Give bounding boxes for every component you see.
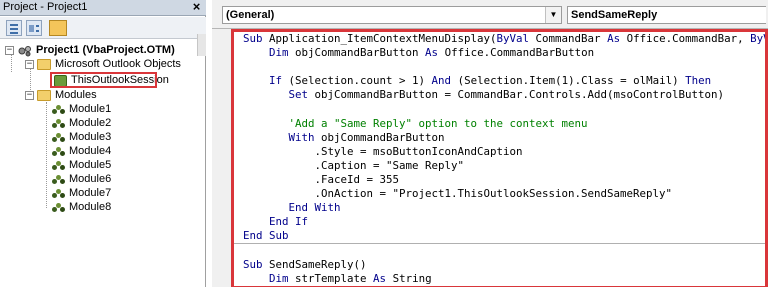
highlight-box <box>231 29 768 287</box>
object-dropdown[interactable]: (General) ▼ <box>222 6 562 24</box>
tree-node-label: Module7 <box>69 187 112 199</box>
tree-node-label: Module2 <box>69 117 112 129</box>
module-icon <box>52 160 65 171</box>
tree-node-module[interactable]: Module8 <box>2 201 202 214</box>
view-object-icon[interactable] <box>26 20 42 36</box>
module-icon <box>52 174 65 185</box>
procedure-dropdown-value: SendSameReply <box>571 9 658 21</box>
collapse-icon[interactable]: − <box>25 91 34 100</box>
toggle-folders-icon[interactable] <box>49 20 67 36</box>
view-code-icon[interactable] <box>6 20 22 36</box>
code-window-header: (General) ▼ SendSameReply <box>212 0 768 29</box>
collapse-icon[interactable]: − <box>25 60 34 69</box>
tree-node-modules[interactable]: − Modules <box>2 89 202 102</box>
module-icon <box>52 146 65 157</box>
object-dropdown-value: (General) <box>226 9 275 21</box>
vba-project-icon <box>18 46 31 57</box>
project-explorer-title: Project - Project1 <box>3 1 88 13</box>
tree-node-label: Project1 (VbaProject.OTM) <box>36 44 175 56</box>
tree-node-module[interactable]: Module2 <box>2 117 202 130</box>
project-explorer-toolbar <box>0 17 206 56</box>
chevron-down-icon[interactable]: ▼ <box>545 7 561 23</box>
tree-node-module[interactable]: Module3 <box>2 131 202 144</box>
module-icon <box>52 188 65 199</box>
tree-node-label: Modules <box>55 89 97 101</box>
tree-node-project[interactable]: − Project1 (VbaProject.OTM) <box>2 44 202 57</box>
tree-node-label: Module5 <box>69 159 112 171</box>
module-icon <box>52 202 65 213</box>
tree-node-label: Module6 <box>69 173 112 185</box>
collapse-icon[interactable]: − <box>5 46 14 55</box>
module-icon <box>52 104 65 115</box>
tree-node-label: Microsoft Outlook Objects <box>55 58 181 70</box>
procedure-dropdown[interactable]: SendSameReply <box>567 6 766 24</box>
tree-node-label: Module8 <box>69 201 112 213</box>
tree-node-module[interactable]: Module1 <box>2 103 202 116</box>
tree-node-label: Module4 <box>69 145 112 157</box>
close-icon[interactable]: × <box>190 0 203 14</box>
folder-icon <box>37 59 51 70</box>
project-explorer-pane: Project - Project1 × − Project1 (VbaProj… <box>0 0 206 287</box>
project-explorer-titlebar: Project - Project1 × <box>0 0 206 16</box>
tree-node-module[interactable]: Module7 <box>2 187 202 200</box>
folder-icon <box>37 90 51 101</box>
tree-node-outlook-objects[interactable]: − Microsoft Outlook Objects <box>2 58 202 71</box>
tree-node-module[interactable]: Module6 <box>2 173 202 186</box>
tree-node-label: Module3 <box>69 131 112 143</box>
module-icon <box>52 132 65 143</box>
tree-node-module[interactable]: Module4 <box>2 145 202 158</box>
project-tree: − Project1 (VbaProject.OTM) − Microsoft … <box>0 40 205 287</box>
tree-node-label: Module1 <box>69 103 112 115</box>
module-icon <box>52 118 65 129</box>
tree-node-module[interactable]: Module5 <box>2 159 202 172</box>
highlight-box <box>50 72 157 88</box>
